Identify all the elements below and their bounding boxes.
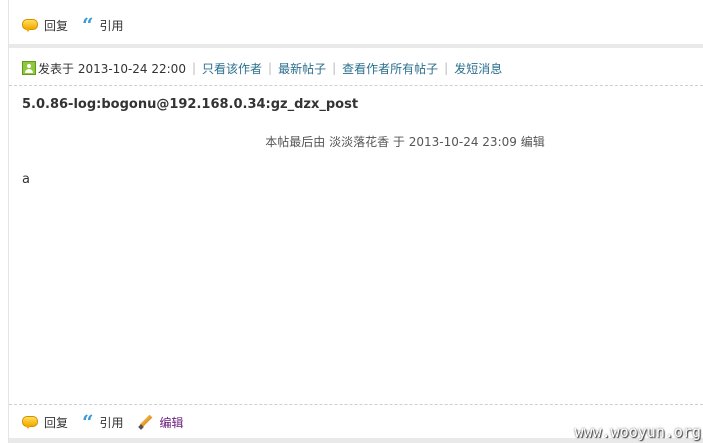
- meta-divider: [9, 85, 703, 86]
- reply-label: 回复: [44, 18, 69, 33]
- footer-divider: [9, 404, 703, 405]
- reply-button[interactable]: 回复: [22, 414, 68, 431]
- edit-label: 编辑: [159, 415, 184, 430]
- reply-icon: [22, 416, 38, 429]
- quote-icon: “: [82, 410, 94, 434]
- top-post-actions: 回复 “ 引用: [22, 15, 138, 35]
- post-date: 发表于 2013-10-24 22:00: [38, 61, 186, 76]
- pencil-icon: [138, 414, 154, 430]
- latest-posts-link[interactable]: 最新帖子: [278, 60, 326, 77]
- watermark: www.wooyun.org: [574, 423, 701, 441]
- only-author-link[interactable]: 只看该作者: [202, 60, 262, 77]
- quote-label: 引用: [99, 415, 124, 430]
- online-user-icon: [22, 61, 36, 75]
- post-content: a: [22, 172, 30, 187]
- post-title: 5.0.86-log:bogonu@192.168.0.34:gz_dzx_po…: [22, 97, 359, 112]
- edit-note: 本帖最后由 淡淡落花香 于 2013-10-24 23:09 编辑: [265, 135, 545, 149]
- reply-label: 回复: [44, 415, 69, 430]
- quote-label: 引用: [99, 18, 124, 33]
- quote-button[interactable]: “ 引用: [82, 410, 124, 434]
- left-border: [8, 0, 9, 443]
- post-meta-bar: 发表于 2013-10-24 22:00 | 只看该作者 | 最新帖子 | 查看…: [22, 59, 502, 77]
- author-all-posts-link[interactable]: 查看作者所有帖子: [342, 60, 438, 77]
- reply-icon: [22, 19, 38, 32]
- quote-button[interactable]: “ 引用: [82, 13, 124, 37]
- quote-icon: “: [82, 13, 94, 37]
- post-separator: [9, 44, 703, 48]
- edit-button[interactable]: 编辑: [138, 414, 184, 431]
- bottom-post-actions: 回复 “ 引用 编辑: [22, 412, 198, 432]
- reply-button[interactable]: 回复: [22, 17, 68, 34]
- send-message-link[interactable]: 发短消息: [454, 60, 502, 77]
